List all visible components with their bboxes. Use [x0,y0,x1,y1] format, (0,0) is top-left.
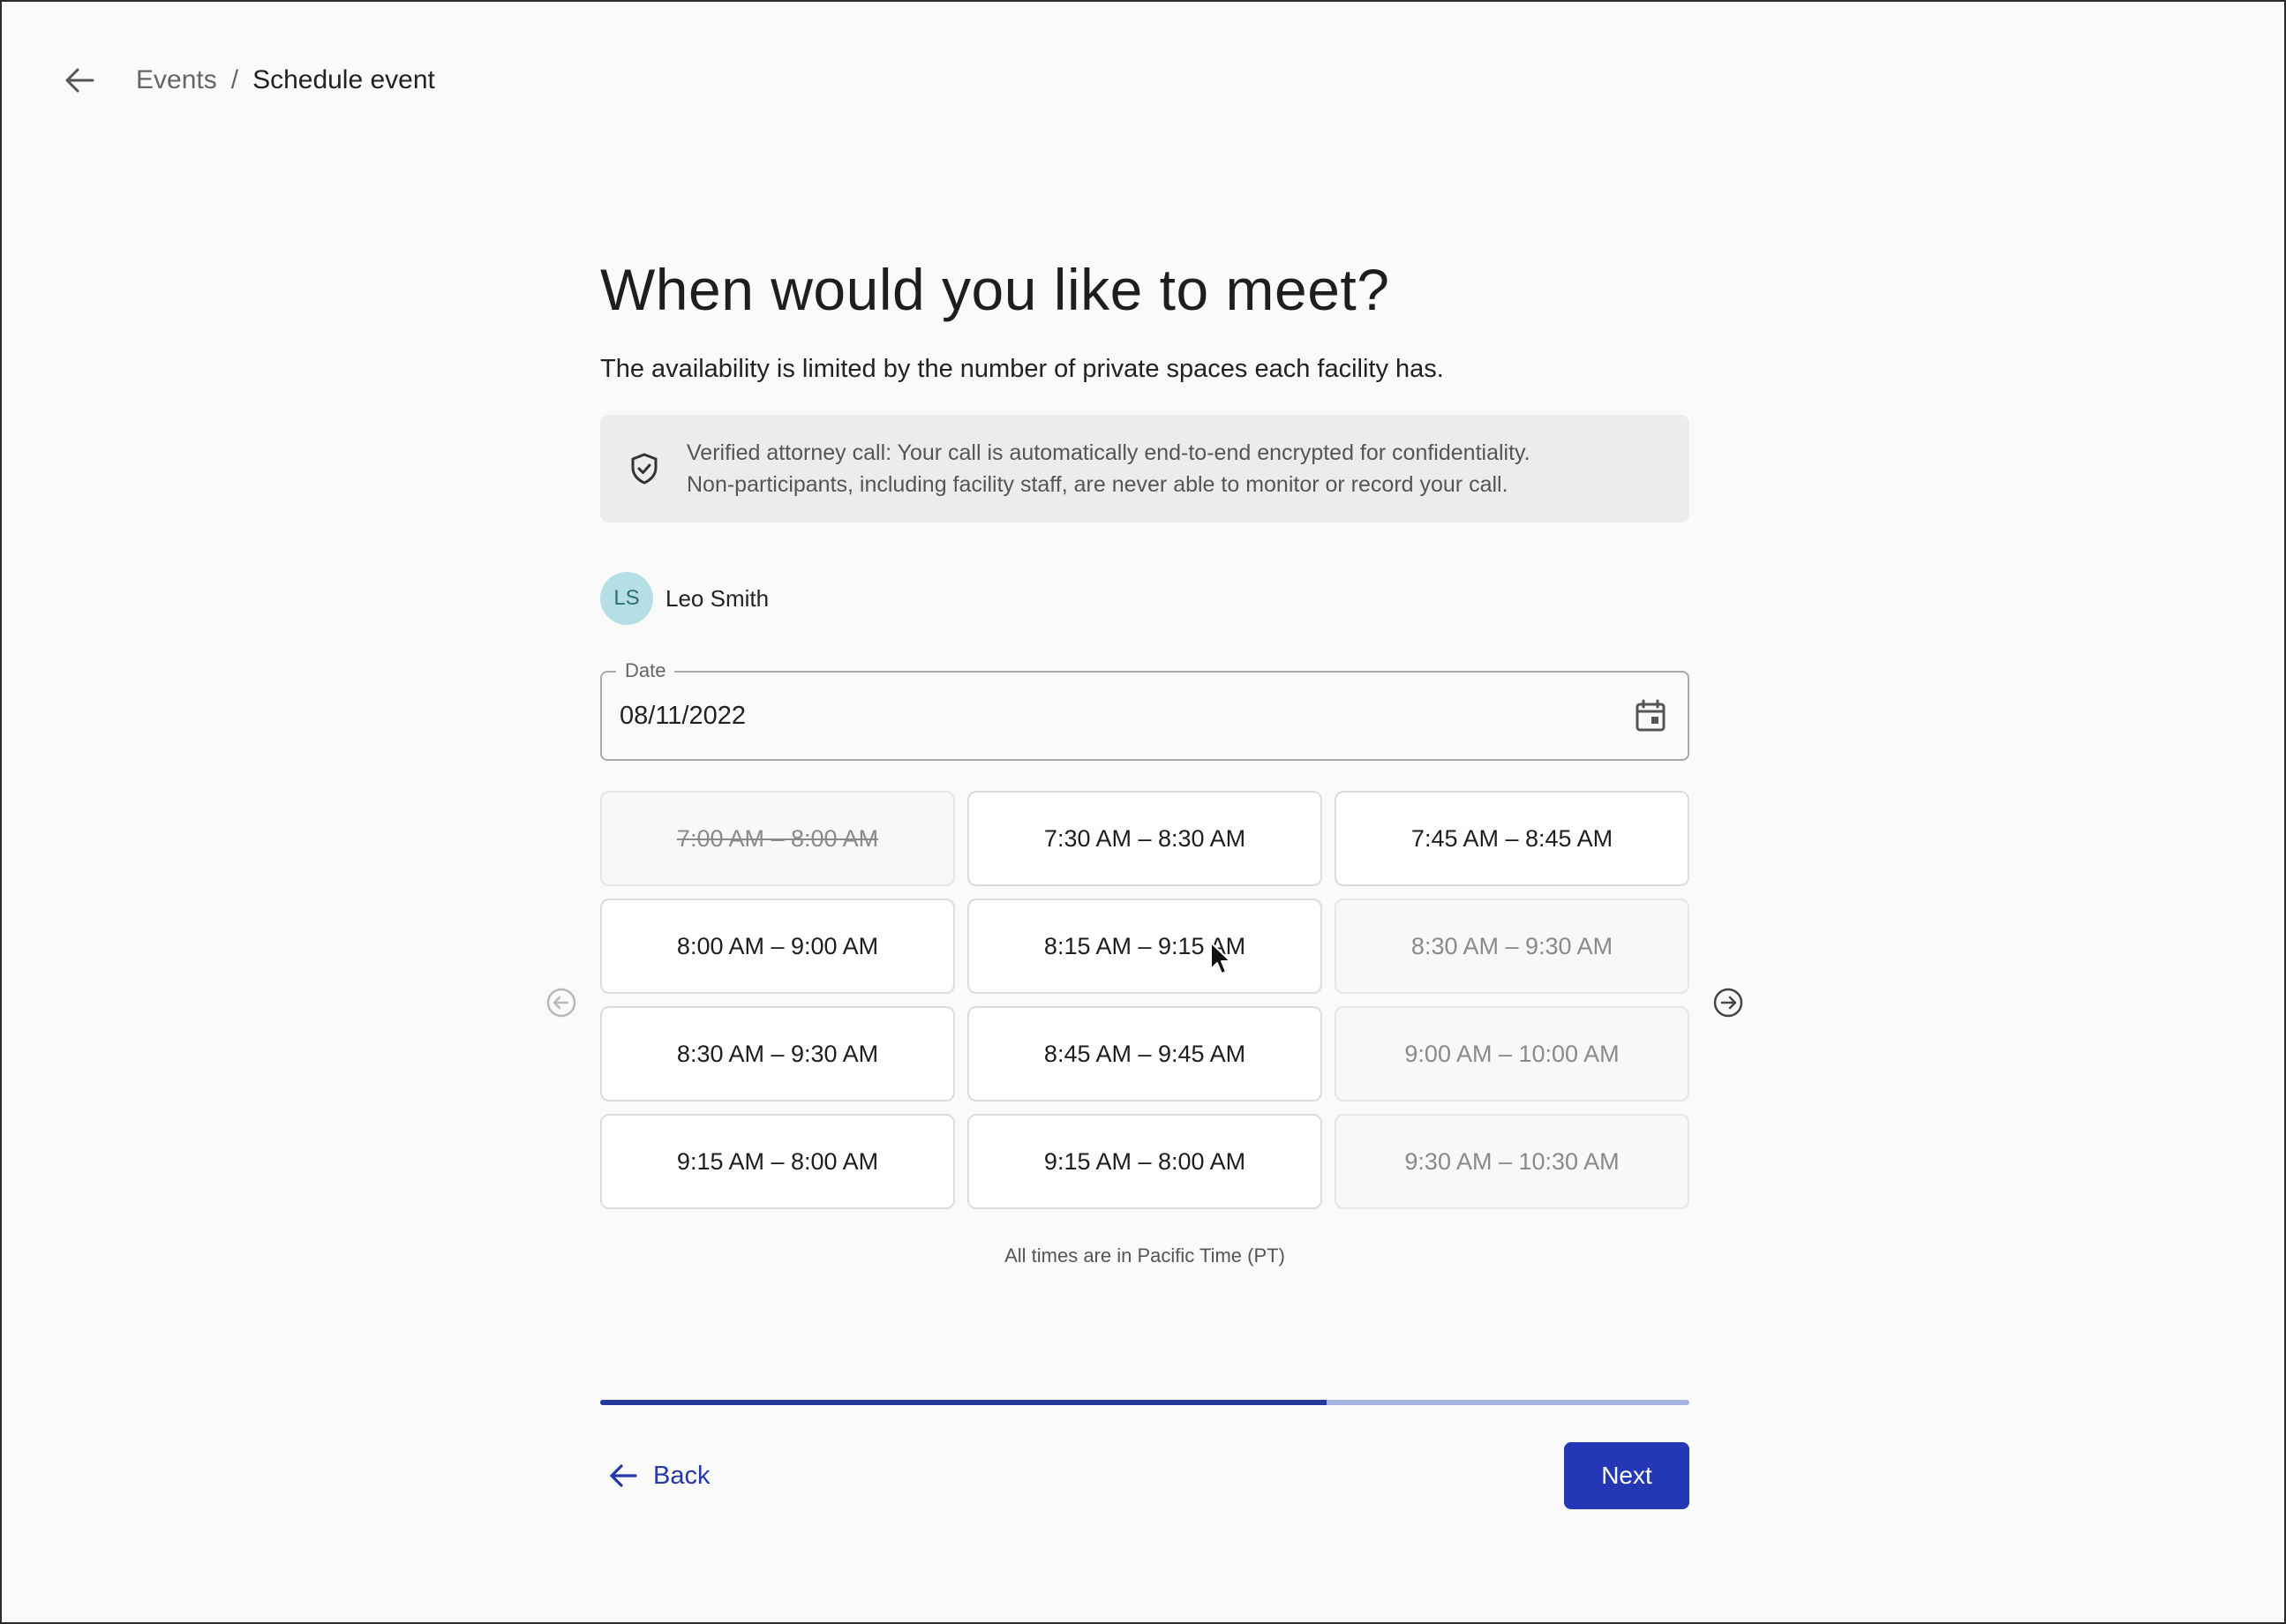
participant: LS Leo Smith [600,572,1689,625]
next-slots-arrow-icon[interactable] [1711,985,1746,1020]
prev-slots-arrow-icon[interactable] [544,985,579,1020]
time-slot-button[interactable]: 9:15 AM – 8:00 AM [600,1114,955,1209]
breadcrumb-header: Events / Schedule event [62,56,435,104]
date-field[interactable]: Date 08/11/2022 [600,658,1689,761]
calendar-icon[interactable] [1631,696,1670,735]
time-slots-section: 7:00 AM – 8:00 AM 7:30 AM – 8:30 AM 7:45 A… [546,791,1743,1209]
participant-name: Leo Smith [665,584,770,612]
time-slot-button[interactable]: 8:30 AM – 9:30 AM [600,1006,955,1101]
time-slot-button[interactable]: 8:45 AM – 9:45 AM [967,1006,1322,1101]
breadcrumb-separator: / [230,65,239,94]
scheduler-panel: When would you like to meet? The availab… [546,249,1743,1509]
time-slot-grid: 7:00 AM – 8:00 AM 7:30 AM – 8:30 AM 7:45 A… [600,791,1689,1209]
avatar: LS [600,572,653,625]
progress-bar [600,1400,1689,1405]
time-slot-button[interactable]: 7:30 AM – 8:30 AM [967,791,1322,886]
time-slot-button[interactable]: 8:15 AM – 9:15 AM [967,898,1322,994]
notice-line-2: Non-participants, including facility sta… [687,472,1508,497]
encryption-notice: Verified attorney call: Your call is aut… [600,415,1689,523]
time-slot-button[interactable]: 9:15 AM – 8:00 AM [967,1114,1322,1209]
breadcrumb-current: Schedule event [252,65,435,94]
date-input[interactable]: 08/11/2022 [620,702,1631,731]
wizard-footer: Back Next [600,1442,1689,1509]
notice-line-1: Verified attorney call: Your call is aut… [687,440,1530,465]
back-arrow-icon [609,1463,637,1488]
time-slot-button[interactable]: 8:00 AM – 9:00 AM [600,898,955,994]
back-button-label: Back [653,1461,711,1490]
time-slot-button: 7:00 AM – 8:00 AM [600,791,955,886]
time-slot-button[interactable]: 7:45 AM – 8:45 AM [1335,791,1689,886]
page-title: When would you like to meet? [600,257,1390,322]
time-slot-button: 9:00 AM – 10:00 AM [1335,1006,1689,1101]
timezone-note: All times are in Pacific Time (PT) [1004,1244,1285,1267]
page-subtitle: The availability is limited by the numbe… [600,355,1444,383]
date-label: Date [616,658,675,683]
notice-text: Verified attorney call: Your call is aut… [687,437,1530,500]
back-button[interactable]: Back [600,1462,710,1491]
time-slot-button: 9:30 AM – 10:30 AM [1335,1114,1689,1209]
next-button[interactable]: Next [1564,1442,1689,1509]
breadcrumb-events-link[interactable]: Events [136,65,217,95]
shield-check-icon [627,451,662,486]
time-slot-button: 8:30 AM – 9:30 AM [1335,898,1689,994]
back-arrow-icon[interactable] [62,63,97,98]
progress-bar-fill [600,1400,1327,1405]
